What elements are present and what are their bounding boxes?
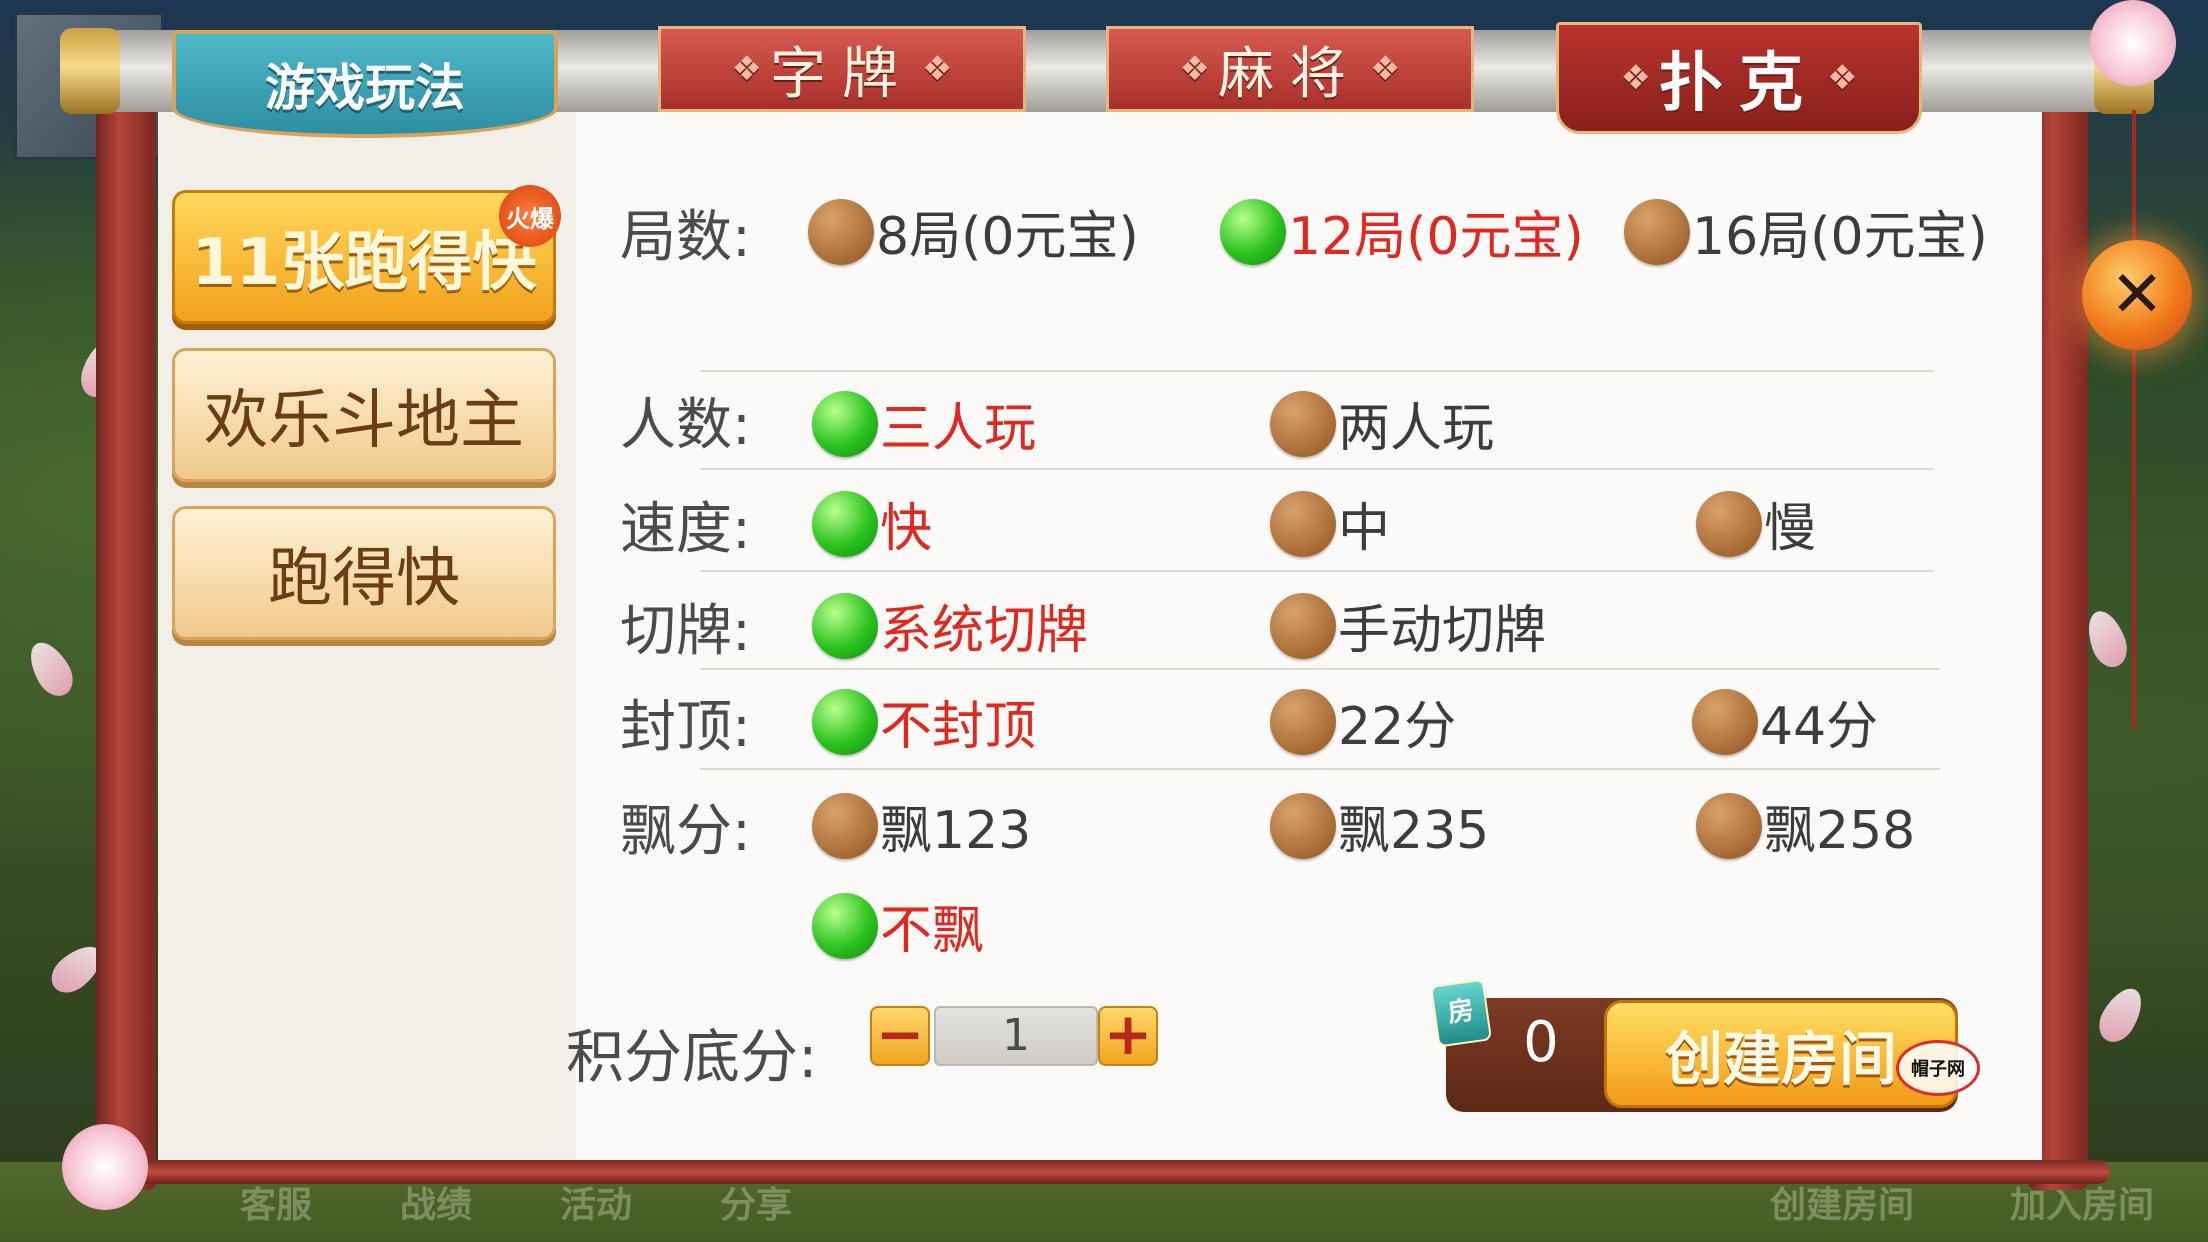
- float-option-text: 飘235: [1338, 801, 1490, 861]
- row-divider: [700, 468, 1934, 470]
- tab-poker[interactable]: ❖ 扑克 ❖: [1556, 22, 1922, 134]
- players-option-two[interactable]: 两人玩: [1270, 386, 1494, 461]
- flower-decoration: [2090, 0, 2176, 86]
- game-button-label: 11张跑得快: [191, 226, 537, 300]
- scroll-roller-left: [96, 30, 156, 1190]
- ornament-icon: ❖: [731, 49, 762, 89]
- speed-label: 速度:: [620, 497, 751, 562]
- row-divider: [700, 370, 1934, 372]
- cut-option-manual[interactable]: 手动切牌: [1270, 588, 1546, 663]
- cap-option-none[interactable]: 不封顶: [812, 684, 1036, 759]
- radio-button: [812, 390, 878, 457]
- cap-option-44[interactable]: 44分: [1692, 684, 1878, 759]
- rod-cap-left: [60, 28, 120, 114]
- radio-button: [1696, 490, 1762, 557]
- radio-button: [1270, 688, 1336, 755]
- speed-option-fast[interactable]: 快: [812, 486, 932, 561]
- cut-option-system[interactable]: 系统切牌: [812, 588, 1088, 663]
- ornament-icon: ❖: [1179, 49, 1210, 89]
- radio-button: [812, 892, 878, 959]
- tab-card-label: 字牌: [770, 41, 914, 107]
- float-option-text: 飘123: [880, 801, 1032, 861]
- rounds-option-8[interactable]: 8局(0元宝): [808, 194, 1139, 269]
- scroll-bottom-rod: [110, 1160, 2110, 1184]
- ornament-icon: ❖: [1370, 49, 1401, 89]
- cap-option-text: 22分: [1338, 697, 1457, 757]
- radio-button: [812, 792, 878, 859]
- score-increase-button[interactable]: +: [1098, 1005, 1158, 1066]
- room-card-icon: 房: [1429, 978, 1493, 1048]
- row-divider: [700, 570, 1934, 572]
- speed-option-medium[interactable]: 中: [1270, 486, 1390, 561]
- rounds-option-16[interactable]: 16局(0元宝): [1624, 194, 1988, 269]
- float-option-none[interactable]: 不飘: [812, 888, 984, 963]
- radio-button: [1270, 792, 1336, 859]
- float-option-text: 飘258: [1764, 801, 1916, 861]
- radio-button: [1624, 198, 1690, 265]
- cut-option-text: 系统切牌: [880, 601, 1089, 661]
- players-label: 人数:: [620, 393, 751, 458]
- float-option-123[interactable]: 飘123: [812, 788, 1031, 863]
- site-watermark-logo: 帽子网: [1896, 1040, 1980, 1096]
- rounds-option-12[interactable]: 12局(0元宝): [1220, 194, 1584, 269]
- ornament-icon: ❖: [1620, 58, 1651, 98]
- rounds-option-text: 8局(0元宝): [876, 207, 1139, 267]
- players-option-text: 两人玩: [1338, 399, 1495, 459]
- cut-label: 切牌:: [620, 599, 751, 664]
- radio-button: [1270, 390, 1336, 457]
- radio-button: [1270, 592, 1336, 659]
- row-divider: [700, 668, 1940, 670]
- speed-option-text: 慢: [1764, 499, 1817, 559]
- radio-button: [812, 592, 878, 659]
- cap-option-22[interactable]: 22分: [1270, 684, 1456, 759]
- radio-button: [1692, 688, 1758, 755]
- cap-label: 封顶:: [620, 695, 751, 760]
- tab-mahjong-label: 麻将: [1218, 41, 1362, 107]
- speed-option-text: 中: [1338, 499, 1391, 559]
- game-button-label: 跑得快: [268, 542, 460, 616]
- radio-button: [812, 490, 878, 557]
- speed-option-slow[interactable]: 慢: [1696, 486, 1816, 561]
- tab-card[interactable]: ❖ 字牌 ❖: [658, 26, 1026, 112]
- cap-option-text: 不封顶: [880, 697, 1037, 757]
- flower-decoration: [62, 1124, 148, 1210]
- game-button-happy-landlord[interactable]: 欢乐斗地主: [172, 348, 556, 482]
- close-button[interactable]: ✕: [2082, 240, 2192, 350]
- ornament-icon: ❖: [922, 49, 953, 89]
- cut-option-text: 手动切牌: [1338, 601, 1547, 661]
- game-button-11-run-fast[interactable]: 11张跑得快 火爆: [172, 185, 561, 324]
- float-option-text: 不飘: [880, 901, 985, 961]
- radio-button: [812, 688, 878, 755]
- game-button-label: 欢乐斗地主: [204, 384, 524, 458]
- players-option-text: 三人玩: [880, 399, 1037, 459]
- tab-mahjong[interactable]: ❖ 麻将 ❖: [1106, 26, 1474, 112]
- radio-button: [1696, 792, 1762, 859]
- float-option-235[interactable]: 飘235: [1270, 788, 1489, 863]
- score-value-field[interactable]: 1: [934, 1006, 1098, 1066]
- hot-badge: 火爆: [499, 185, 561, 247]
- radio-button: [1220, 198, 1286, 265]
- base-score-label: 积分底分:: [566, 1023, 818, 1091]
- radio-button: [1270, 490, 1336, 557]
- radio-button: [808, 198, 874, 265]
- speed-option-text: 快: [880, 499, 933, 559]
- rounds-option-text: 16局(0元宝): [1692, 207, 1988, 267]
- players-option-three[interactable]: 三人玩: [812, 386, 1036, 461]
- float-label: 飘分:: [620, 799, 751, 864]
- row-divider: [700, 768, 1940, 770]
- float-option-258[interactable]: 飘258: [1696, 788, 1915, 863]
- room-card-count: 0: [1523, 1010, 1559, 1075]
- cap-option-text: 44分: [1760, 697, 1879, 757]
- score-decrease-button[interactable]: −: [870, 1005, 930, 1066]
- game-button-run-fast[interactable]: 跑得快: [172, 506, 556, 640]
- lantern-string: [2132, 110, 2136, 730]
- tab-poker-label: 扑克: [1659, 47, 1819, 121]
- game-rules-title: 游戏玩法: [172, 30, 558, 138]
- rounds-label: 局数:: [620, 205, 751, 270]
- ornament-icon: ❖: [1827, 58, 1858, 98]
- rounds-option-text: 12局(0元宝): [1288, 207, 1584, 267]
- watermark-text: 帽子网: [1911, 1059, 1965, 1080]
